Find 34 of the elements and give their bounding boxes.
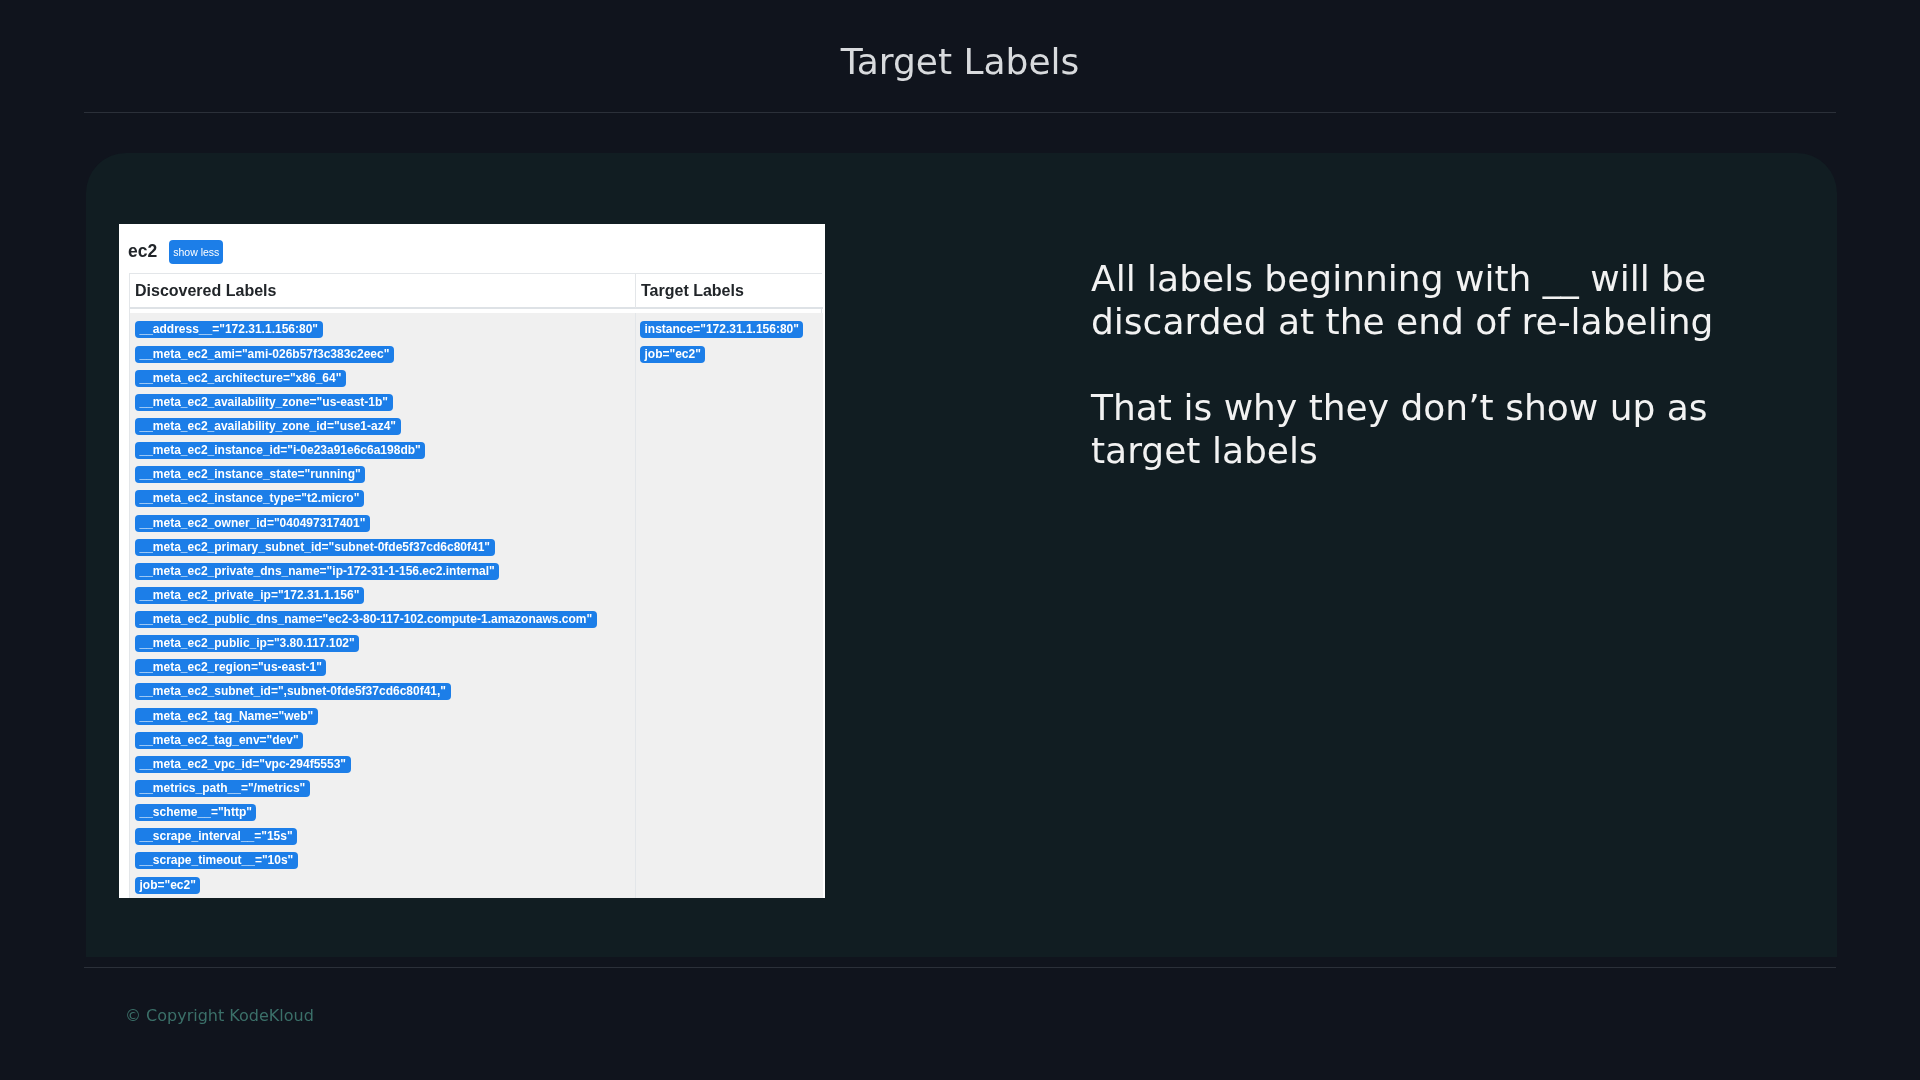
label-tag: __meta_ec2_subnet_id=",subnet-0fde5f37cd6c80f41," [135, 683, 451, 701]
label-tag: __scrape_timeout__="10s" [135, 852, 298, 870]
label-tag: __meta_ec2_vpc_id="vpc-294f5553" [135, 755, 351, 773]
label-tag: __meta_ec2_region="us-east-1" [135, 659, 327, 677]
label-tag: instance="172.31.1.156:80" [640, 321, 804, 339]
label-tag: __meta_ec2_public_dns_name="ec2-3-80-117-102.compute-1.amazonaws.com" [135, 611, 597, 629]
job-title: ec2 [128, 243, 158, 261]
label-tag: job="ec2" [135, 876, 201, 894]
label-tag: __meta_ec2_private_ip="172.31.1.156" [135, 586, 364, 604]
show-less-button[interactable]: show less [169, 240, 224, 264]
label-tag: __meta_ec2_public_ip="3.80.117.102" [135, 635, 360, 653]
copyright-text: © Copyright KodeKloud [125, 1006, 314, 1025]
label-tag: __meta_ec2_availability_zone_id="use1-az4" [135, 417, 401, 435]
label-tag: __meta_ec2_primary_subnet_id="subnet-0fde5f37cd6c80f41" [135, 538, 495, 556]
label-tag: __meta_ec2_tag_env="dev" [135, 731, 304, 749]
label-tag: __address__="172.31.1.156:80" [135, 321, 323, 339]
label-tag: __meta_ec2_architecture="x86_64" [135, 369, 346, 387]
label-tag: __meta_ec2_ami="ami-026b57f3c383c2eec" [135, 345, 394, 363]
slide-title: Target Labels [840, 40, 1080, 84]
note-text: All labels beginning with __ will be discarded at the end of re-labeling [1091, 257, 1715, 343]
note-text: That is why they don’t show up as target labels [1091, 386, 1709, 472]
label-tag: __scrape_interval__="15s" [135, 828, 298, 846]
label-tag: job="ec2" [640, 345, 706, 363]
label-tag: __meta_ec2_tag_Name="web" [135, 707, 318, 725]
label-tag: __meta_ec2_instance_id="i-0e23a91e6c6a198db" [135, 442, 426, 460]
column-header: Discovered Labels [135, 280, 277, 301]
label-tag: __meta_ec2_private_dns_name="ip-172-31-1-156.ec2.internal" [135, 562, 500, 580]
label-tag: __meta_ec2_owner_id="040497317401" [135, 514, 370, 532]
column-header: Target Labels [641, 280, 744, 301]
label-tag: __meta_ec2_instance_type="t2.micro" [135, 490, 364, 508]
label-tag: __meta_ec2_instance_state="running" [135, 466, 366, 484]
label-tag: __metrics_path__="/metrics" [135, 780, 310, 798]
label-tag: __scheme__="http" [135, 804, 257, 822]
label-tag: __meta_ec2_availability_zone="us-east-1b" [135, 393, 393, 411]
